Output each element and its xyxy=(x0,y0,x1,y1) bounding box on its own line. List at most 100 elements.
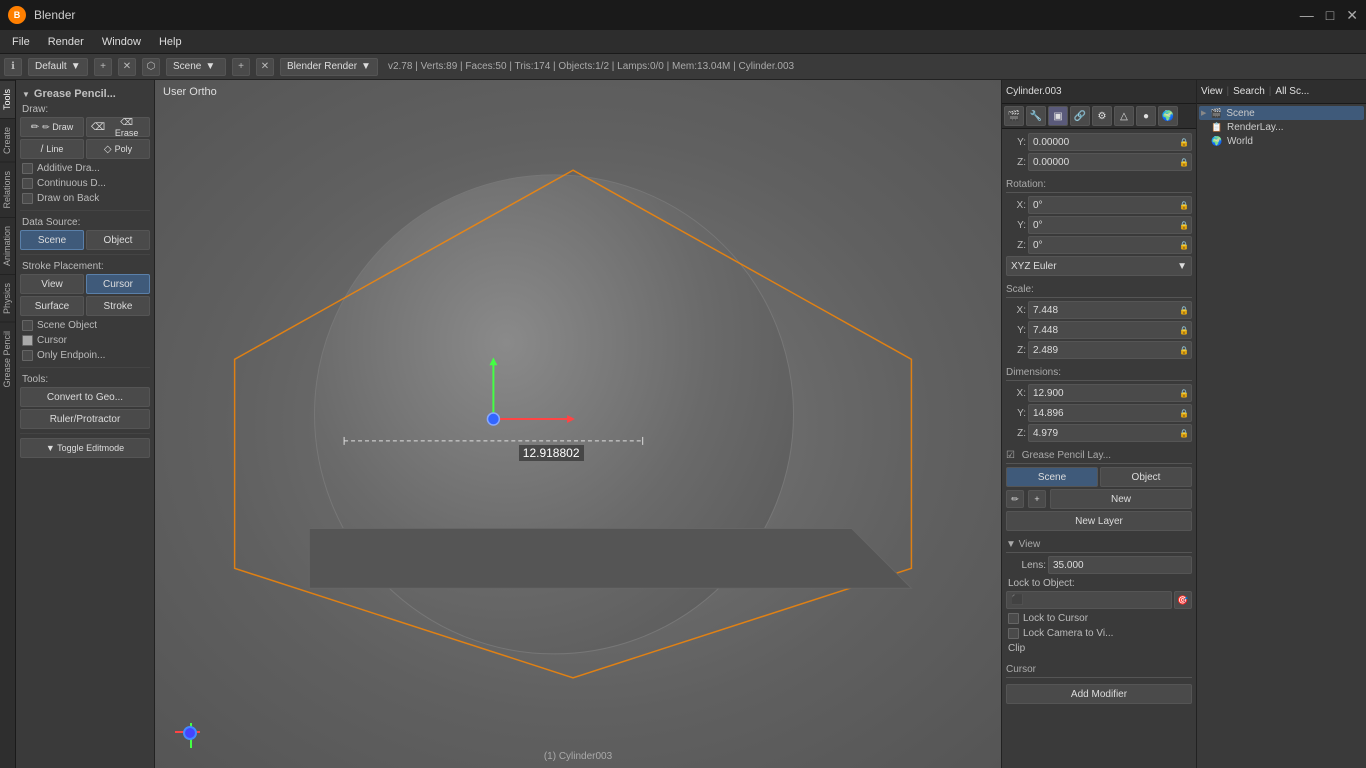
tab-material-props[interactable]: ● xyxy=(1136,106,1156,126)
lock-object-field[interactable]: ⬛ xyxy=(1006,591,1172,609)
tab-relations[interactable]: Relations xyxy=(0,162,15,217)
measurement-label: 12.918802 xyxy=(519,445,584,461)
outliner-world-item[interactable]: 🌍 World xyxy=(1199,134,1364,148)
menu-file[interactable]: File xyxy=(4,34,38,50)
info-icon[interactable]: ℹ xyxy=(4,58,22,76)
tab-constraints-props[interactable]: 🔗 xyxy=(1070,106,1090,126)
sidebar-tools-content: Grease Pencil... Draw: ✏ ✏ Draw ⌫ ⌫ Eras… xyxy=(16,80,154,768)
stroke-placement-surface-button[interactable]: Surface xyxy=(20,296,84,316)
continuous-draw-label: Continuous D... xyxy=(37,178,106,189)
tab-render-props[interactable]: 🎬 xyxy=(1004,106,1024,126)
stroke-placement-cursor-button[interactable]: Cursor xyxy=(86,274,150,294)
menu-window[interactable]: Window xyxy=(94,34,149,50)
new-layer-button[interactable]: New Layer xyxy=(1006,511,1192,531)
outliner-scene-item[interactable]: ▶ 🎬 Scene xyxy=(1199,106,1364,120)
lens-field[interactable]: 35.000 xyxy=(1048,556,1192,574)
stroke-placement-row2: Surface Stroke xyxy=(20,296,150,316)
menu-help[interactable]: Help xyxy=(151,34,190,50)
stroke-placement-view-button[interactable]: View xyxy=(20,274,84,294)
dim-x-field[interactable]: 12.900 🔒 xyxy=(1028,384,1192,402)
tab-animation[interactable]: Animation xyxy=(0,217,15,274)
additive-draw-row: Additive Dra... xyxy=(20,161,150,176)
tab-create[interactable]: Create xyxy=(0,118,15,162)
draw-on-back-checkbox[interactable] xyxy=(22,193,33,204)
only-endpoints-checkbox[interactable] xyxy=(22,350,33,361)
convert-geo-button[interactable]: Convert to Geo... xyxy=(20,387,150,407)
tools-label: Tools: xyxy=(20,372,150,387)
rotation-mode-dropdown[interactable]: XYZ Euler▼ xyxy=(1006,256,1192,276)
dim-z-field[interactable]: 4.979 🔒 xyxy=(1028,424,1192,442)
dim-lock-y: 🔒 xyxy=(1179,409,1189,418)
ruler-button[interactable]: Ruler/Protractor xyxy=(20,409,150,429)
draw-button[interactable]: ✏ ✏ Draw xyxy=(20,117,84,137)
data-source-label: Data Source: xyxy=(20,215,150,230)
menu-render[interactable]: Render xyxy=(40,34,92,50)
add-scene-icon[interactable]: + xyxy=(232,58,250,76)
layout-selector[interactable]: Default▼ xyxy=(28,58,88,76)
remove-layout-icon[interactable]: ✕ xyxy=(118,58,136,76)
data-source-object-button[interactable]: Object xyxy=(86,230,150,250)
additive-draw-checkbox[interactable] xyxy=(22,163,33,174)
lock-to-cursor-checkbox[interactable] xyxy=(1008,613,1019,624)
remove-scene-icon[interactable]: ✕ xyxy=(256,58,274,76)
gp-add-icon[interactable]: + xyxy=(1028,490,1046,508)
viewport[interactable]: User Ortho 12.918802 (1) Cylinder003 xyxy=(155,80,1001,768)
tab-modifiers-props[interactable]: ⚙ xyxy=(1092,106,1112,126)
data-source-scene-button[interactable]: Scene xyxy=(20,230,84,250)
continuous-draw-checkbox[interactable] xyxy=(22,178,33,189)
erase-button[interactable]: ⌫ ⌫ Erase xyxy=(86,117,150,137)
view-btn[interactable]: View xyxy=(1201,86,1223,97)
scale-x-field[interactable]: 7.448 🔒 xyxy=(1028,301,1192,319)
line-button[interactable]: / Line xyxy=(20,139,84,159)
gp-new-button[interactable]: New xyxy=(1050,489,1192,509)
draw-on-back-label: Draw on Back xyxy=(37,193,99,204)
tab-world-props[interactable]: 🌍 xyxy=(1158,106,1178,126)
only-endpoints-row: Only Endpoin... xyxy=(20,348,150,363)
rot-lock-z: 🔒 xyxy=(1179,241,1189,250)
close-button[interactable]: ✕ xyxy=(1346,7,1358,24)
cursor-row: Cursor xyxy=(20,333,150,348)
rot-x-field[interactable]: 0° 🔒 xyxy=(1028,196,1192,214)
renderlayer-icon: 📋 xyxy=(1211,121,1223,133)
grease-pencil-checkbox[interactable]: ☑ xyxy=(1006,450,1015,461)
rot-z-field[interactable]: 0° 🔒 xyxy=(1028,236,1192,254)
scene-selector[interactable]: Scene▼ xyxy=(166,58,226,76)
scene-object-checkbox[interactable] xyxy=(22,320,33,331)
scale-z-field[interactable]: 2.489 🔒 xyxy=(1028,341,1192,359)
search-btn[interactable]: Search xyxy=(1233,86,1265,97)
tab-data-props[interactable]: △ xyxy=(1114,106,1134,126)
lock-target-icon[interactable]: 🎯 xyxy=(1174,591,1192,609)
renderer-selector[interactable]: Blender Render▼ xyxy=(280,58,378,76)
gp-scene-button[interactable]: Scene xyxy=(1006,467,1098,487)
add-layout-icon[interactable]: + xyxy=(94,58,112,76)
lock-to-cursor-row: Lock to Cursor xyxy=(1006,611,1192,626)
draw-erase-row: ✏ ✏ Draw ⌫ ⌫ Erase xyxy=(20,117,150,137)
gp-object-button[interactable]: Object xyxy=(1100,467,1192,487)
properties-tabs: 🎬 🔧 ▣ 🔗 ⚙ △ ● 🌍 xyxy=(1002,104,1196,129)
minimize-button[interactable]: — xyxy=(1300,7,1314,24)
filter-btn[interactable]: All Sc... xyxy=(1275,86,1309,97)
lock-camera-checkbox[interactable] xyxy=(1008,628,1019,639)
cursor-checkbox[interactable] xyxy=(22,335,33,346)
dim-lock-z: 🔒 xyxy=(1179,429,1189,438)
scale-y-field[interactable]: 7.448 🔒 xyxy=(1028,321,1192,339)
loc-y-field[interactable]: 0.00000 🔒 xyxy=(1028,133,1192,151)
tab-scene-props[interactable]: 🔧 xyxy=(1026,106,1046,126)
add-modifier-button[interactable]: Add Modifier xyxy=(1006,684,1192,704)
stroke-placement-stroke-button[interactable]: Stroke xyxy=(86,296,150,316)
maximize-button[interactable]: □ xyxy=(1326,7,1334,24)
toggle-editmode-button[interactable]: ▼ Toggle Editmode xyxy=(20,438,150,458)
rot-lock-x: 🔒 xyxy=(1179,201,1189,210)
loc-z-field[interactable]: 0.00000 🔒 xyxy=(1028,153,1192,171)
poly-button[interactable]: ◇ Poly xyxy=(86,139,150,159)
dim-y-field[interactable]: 14.896 🔒 xyxy=(1028,404,1192,422)
tab-grease-pencil[interactable]: Grease Pencil xyxy=(0,322,15,396)
view-label: ▼ View xyxy=(1006,537,1192,553)
tab-tools[interactable]: Tools xyxy=(0,80,15,118)
scale-label: Scale: xyxy=(1006,282,1192,298)
tab-physics[interactable]: Physics xyxy=(0,274,15,322)
scene-type-icon[interactable]: ⬡ xyxy=(142,58,160,76)
tab-object-props[interactable]: ▣ xyxy=(1048,106,1068,126)
outliner-renderlayer-item[interactable]: 📋 RenderLay... xyxy=(1199,120,1364,134)
rot-y-field[interactable]: 0° 🔒 xyxy=(1028,216,1192,234)
